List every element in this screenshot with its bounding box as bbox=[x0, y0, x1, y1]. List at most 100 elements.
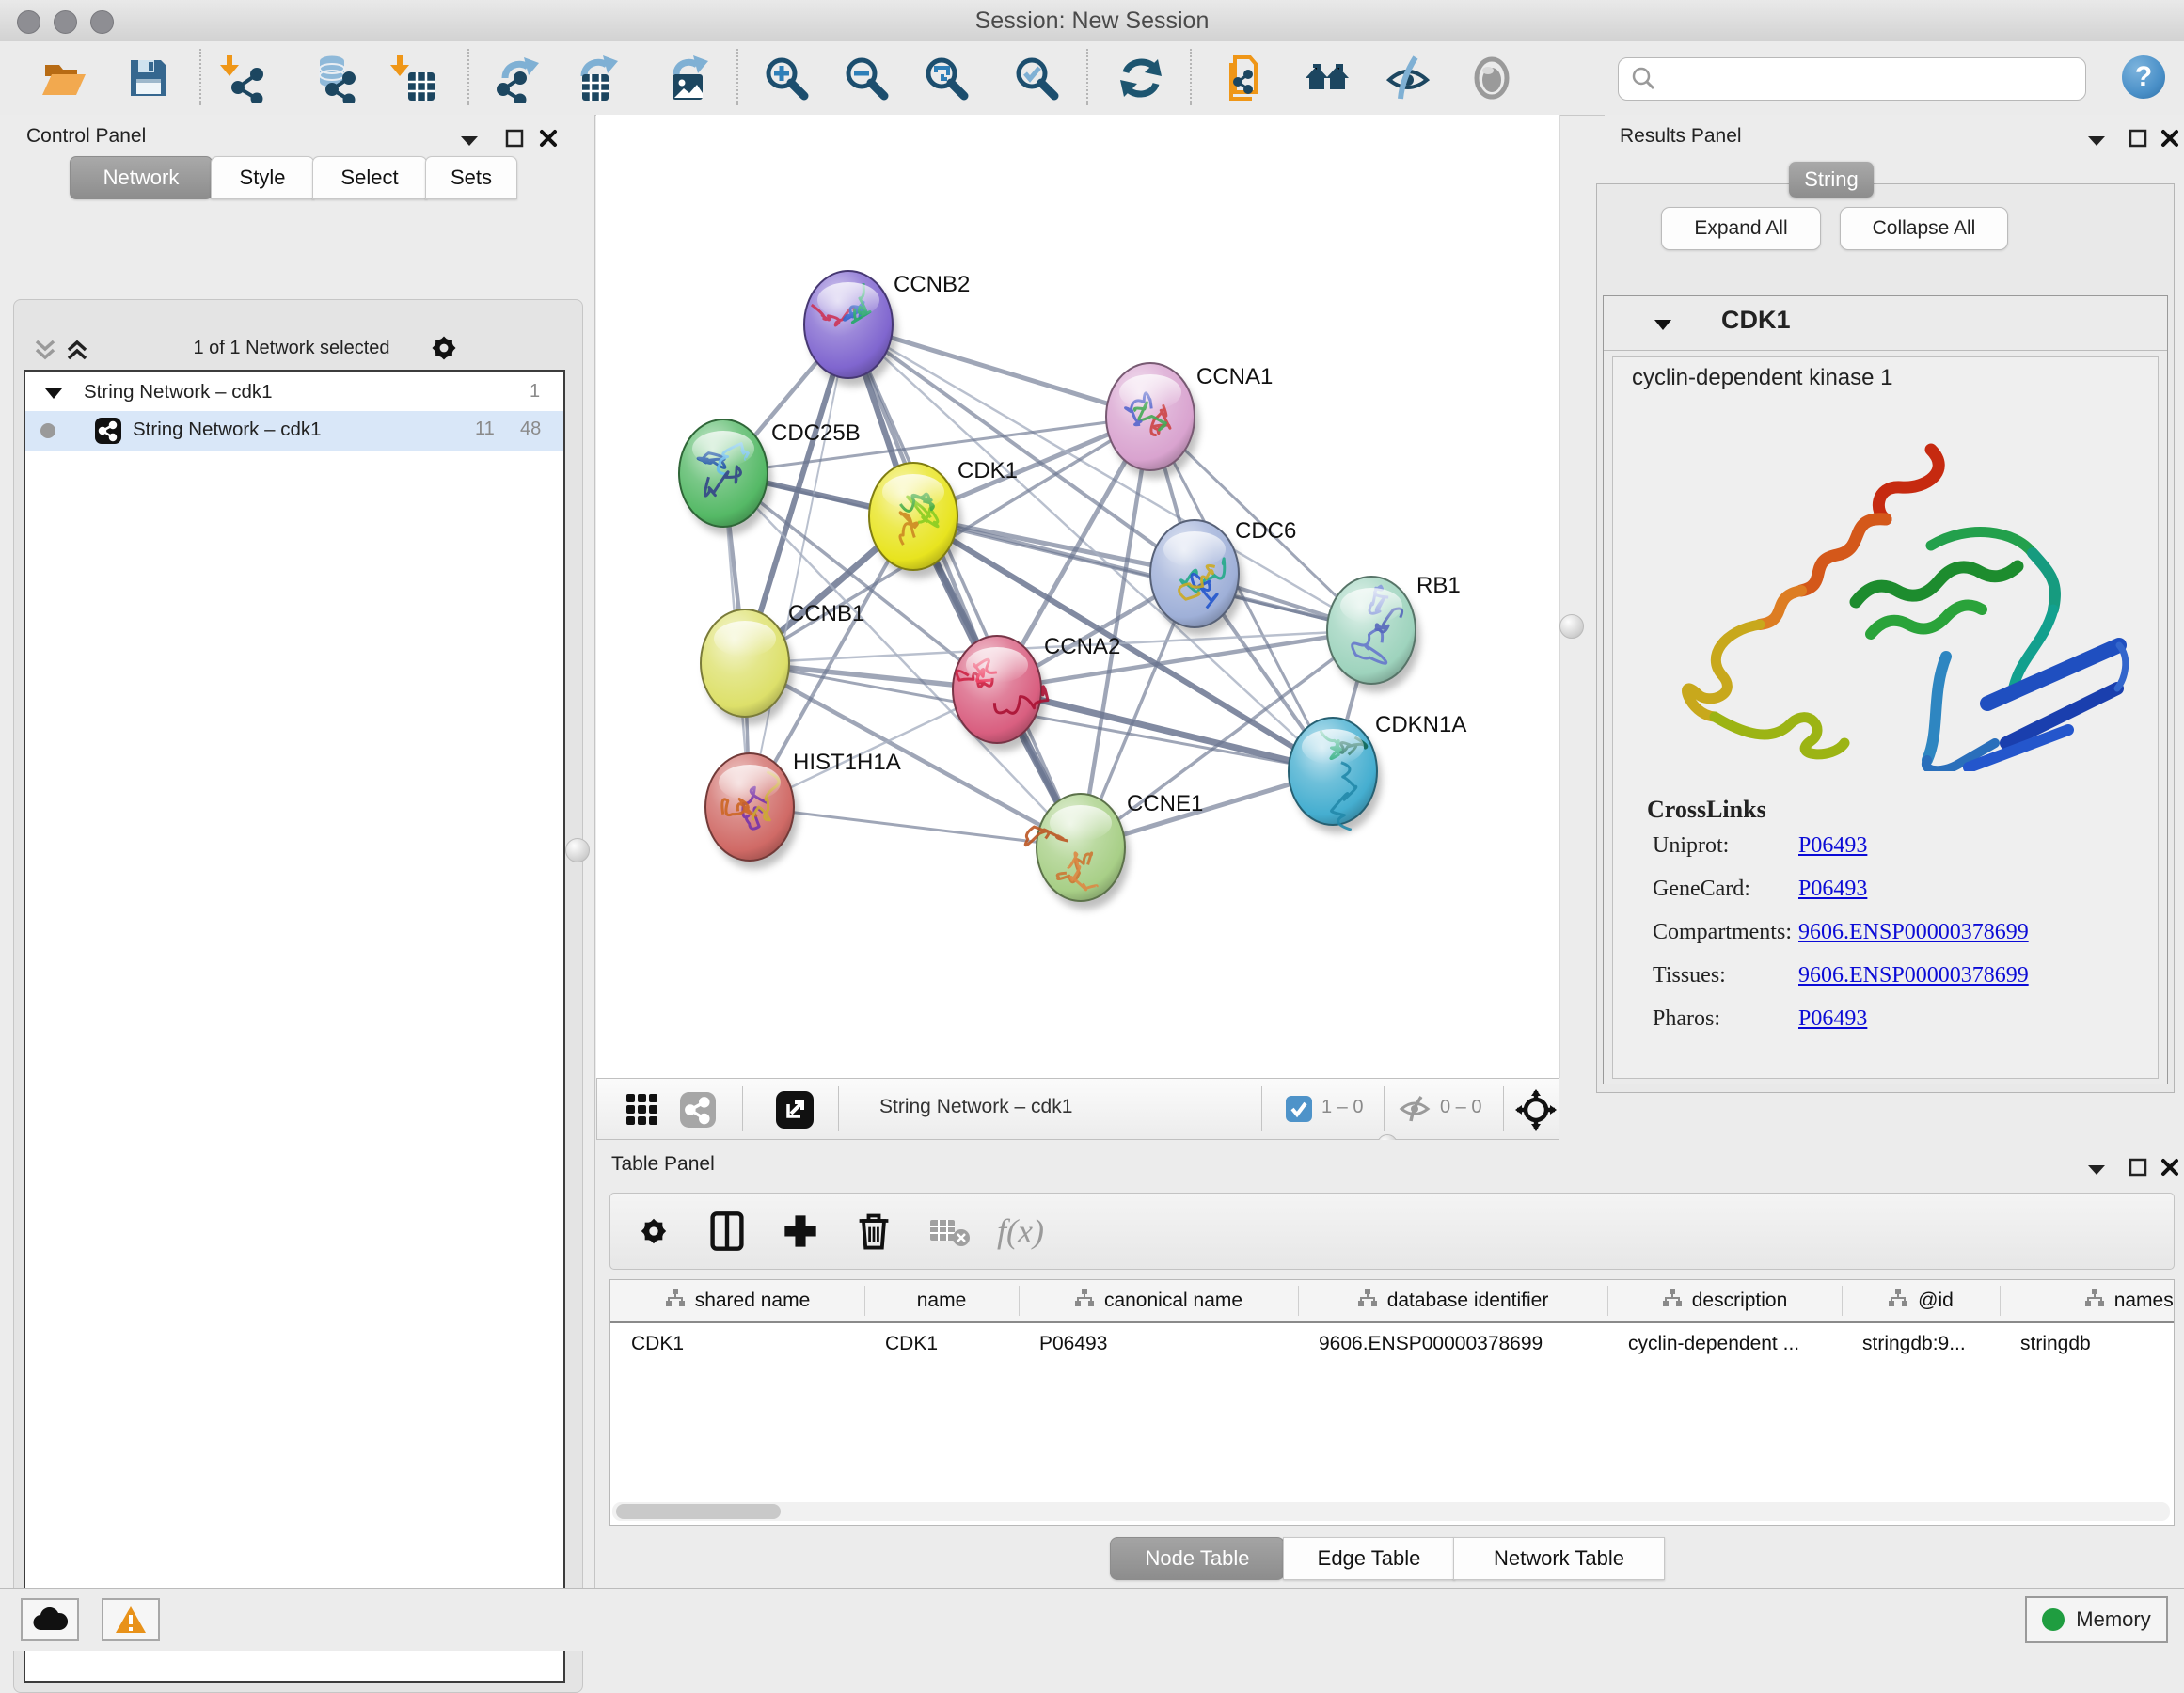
hide-selected-icon[interactable] bbox=[1378, 49, 1438, 107]
network-node-cdk1[interactable] bbox=[869, 463, 962, 578]
column-header-canonicalname[interactable]: canonical name bbox=[1019, 1280, 1298, 1321]
close-window-icon[interactable] bbox=[17, 10, 40, 34]
save-session-icon[interactable] bbox=[119, 49, 179, 107]
network-node-cdc6[interactable] bbox=[1150, 520, 1243, 636]
table-panel-menu-icon[interactable] bbox=[2086, 1163, 2107, 1180]
network-graph[interactable]: CCNB2CCNA1CDC25BCDK1CDC6RB1CCNB1CCNA2CDK… bbox=[596, 115, 1559, 1078]
open-session-icon[interactable] bbox=[34, 49, 94, 107]
column-header-description[interactable]: description bbox=[1607, 1280, 1842, 1321]
tab-string[interactable]: String bbox=[1789, 162, 1874, 198]
tab-sets[interactable]: Sets bbox=[425, 156, 517, 199]
string-view-icon[interactable] bbox=[680, 1092, 716, 1132]
table-panel-float-icon[interactable] bbox=[2128, 1157, 2148, 1182]
results-panel-float-icon[interactable] bbox=[2128, 128, 2148, 153]
zoom-in-icon[interactable] bbox=[756, 49, 816, 107]
tab-node-table[interactable]: Node Table bbox=[1110, 1537, 1285, 1580]
warning-button[interactable] bbox=[102, 1598, 160, 1641]
network-node-cdkn1a[interactable] bbox=[1289, 718, 1382, 833]
column-header-databaseidentifier[interactable]: database identifier bbox=[1298, 1280, 1607, 1321]
delete-table-icon[interactable] bbox=[923, 1207, 975, 1256]
control-panel-float-icon[interactable] bbox=[504, 128, 525, 153]
zoom-out-icon[interactable] bbox=[836, 49, 896, 107]
gene-collapse-icon[interactable] bbox=[1653, 317, 1673, 336]
export-network-icon[interactable] bbox=[488, 49, 548, 107]
table-cell[interactable]: cyclin-dependent ... bbox=[1628, 1323, 1838, 1365]
horizontal-scrollbar[interactable] bbox=[612, 1502, 2170, 1521]
expand-all-networks-icon[interactable] bbox=[65, 338, 89, 367]
table-cell[interactable]: CDK1 bbox=[885, 1323, 1015, 1365]
show-all-icon[interactable] bbox=[1462, 49, 1522, 107]
expand-all-button[interactable]: Expand All bbox=[1661, 207, 1821, 250]
table-panel-close-icon[interactable] bbox=[2160, 1157, 2180, 1182]
function-builder-icon[interactable]: f(x) bbox=[994, 1207, 1047, 1256]
tab-network-table[interactable]: Network Table bbox=[1453, 1537, 1665, 1580]
network-canvas[interactable]: CCNB2CCNA1CDC25BCDK1CDC6RB1CCNB1CCNA2CDK… bbox=[596, 115, 1560, 1078]
add-column-icon[interactable] bbox=[774, 1207, 827, 1256]
crosslink-link[interactable]: P06493 bbox=[1798, 877, 1867, 902]
show-columns-icon[interactable] bbox=[701, 1207, 753, 1256]
network-node-rb1[interactable] bbox=[1327, 577, 1420, 692]
table-options-gear-icon[interactable] bbox=[627, 1207, 680, 1256]
apply-preferred-layout-icon[interactable] bbox=[1111, 49, 1171, 107]
control-panel-menu-icon[interactable] bbox=[459, 134, 480, 151]
network-node-ccna1[interactable] bbox=[1106, 363, 1199, 479]
crosslink-link[interactable]: P06493 bbox=[1798, 833, 1867, 859]
tab-select[interactable]: Select bbox=[312, 156, 427, 199]
results-panel-menu-icon[interactable] bbox=[2086, 134, 2107, 151]
tab-edge-table[interactable]: Edge Table bbox=[1283, 1537, 1455, 1580]
crosslink-link[interactable]: P06493 bbox=[1798, 1006, 1867, 1032]
column-header-id[interactable]: @id bbox=[1842, 1280, 2000, 1321]
table-cell[interactable]: stringdb:9... bbox=[1862, 1323, 1996, 1365]
maximize-window-icon[interactable] bbox=[90, 10, 114, 34]
collection-expand-icon[interactable] bbox=[44, 387, 63, 404]
network-node-hist1h1a[interactable] bbox=[705, 753, 799, 869]
memory-button[interactable]: Memory bbox=[2025, 1596, 2168, 1643]
selected-checkbox-icon[interactable] bbox=[1286, 1096, 1312, 1127]
network-collection-row[interactable]: String Network – cdk1 1 bbox=[25, 377, 563, 411]
import-network-from-file-icon[interactable] bbox=[214, 49, 274, 107]
crosslink-link[interactable]: 9606.ENSP00000378699 bbox=[1798, 963, 2029, 989]
crosslink-link[interactable]: 9606.ENSP00000378699 bbox=[1798, 920, 2029, 945]
tab-network[interactable]: Network bbox=[70, 156, 213, 199]
network-node-ccnb2[interactable] bbox=[804, 271, 897, 387]
network-row-selected[interactable]: String Network – cdk1 11 48 bbox=[25, 411, 563, 451]
help-icon[interactable]: ? bbox=[2122, 55, 2165, 99]
export-image-icon[interactable] bbox=[656, 49, 716, 107]
network-options-gear-icon[interactable] bbox=[426, 330, 462, 371]
table-cell[interactable]: CDK1 bbox=[631, 1323, 861, 1365]
search-input[interactable] bbox=[1666, 61, 2085, 97]
table-cell[interactable]: 9606.ENSP00000378699 bbox=[1319, 1323, 1604, 1365]
clone-network-icon[interactable] bbox=[1216, 49, 1276, 107]
column-header-name[interactable]: name bbox=[864, 1280, 1019, 1321]
network-node-cdc25b[interactable] bbox=[679, 419, 772, 535]
column-header-namespace[interactable]: namespace bbox=[2000, 1280, 2175, 1321]
minimize-window-icon[interactable] bbox=[54, 10, 77, 34]
birds-eye-view-icon[interactable] bbox=[1515, 1089, 1557, 1135]
network-edge[interactable] bbox=[750, 324, 848, 807]
export-table-icon[interactable] bbox=[565, 49, 625, 107]
results-panel-close-icon[interactable] bbox=[2160, 128, 2180, 153]
right-splitter-grip[interactable] bbox=[1559, 614, 1584, 639]
delete-column-icon[interactable] bbox=[847, 1207, 900, 1256]
collapse-all-networks-icon[interactable] bbox=[33, 338, 57, 367]
collapse-all-button[interactable]: Collapse All bbox=[1840, 207, 2008, 250]
network-node-ccne1[interactable] bbox=[1025, 794, 1130, 910]
zoom-fit-content-icon[interactable] bbox=[916, 49, 976, 107]
column-header-sharedname[interactable]: shared name bbox=[610, 1280, 864, 1321]
import-table-from-file-icon[interactable] bbox=[384, 49, 444, 107]
table-cell[interactable]: stringdb bbox=[2020, 1323, 2175, 1365]
string-home-icon[interactable] bbox=[1298, 49, 1358, 107]
grid-view-icon[interactable] bbox=[625, 1093, 659, 1131]
zoom-selected-icon[interactable] bbox=[1006, 49, 1067, 107]
detach-view-icon[interactable] bbox=[776, 1091, 814, 1133]
network-node-ccnb1[interactable] bbox=[701, 609, 794, 725]
hidden-eye-slash-icon[interactable] bbox=[1399, 1096, 1431, 1127]
table-cell[interactable]: P06493 bbox=[1039, 1323, 1294, 1365]
scrollbar-thumb[interactable] bbox=[616, 1504, 781, 1519]
tab-style[interactable]: Style bbox=[211, 156, 314, 199]
cloud-button[interactable] bbox=[21, 1598, 79, 1641]
import-network-from-database-icon[interactable] bbox=[304, 49, 364, 107]
network-node-ccna2[interactable] bbox=[953, 636, 1048, 752]
left-splitter-grip[interactable] bbox=[565, 838, 590, 862]
control-panel-close-icon[interactable] bbox=[538, 128, 559, 153]
